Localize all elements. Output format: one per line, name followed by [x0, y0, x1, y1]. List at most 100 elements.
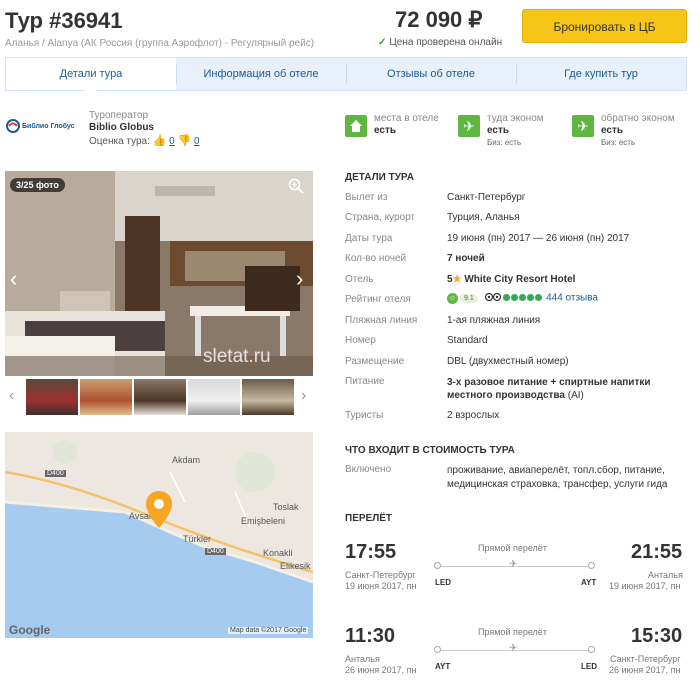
detail-label: Размещение	[345, 356, 405, 367]
detail-label: Отель	[345, 274, 374, 285]
included-value: проживание, авиаперелёт, топл.сбор, пита…	[447, 465, 668, 490]
included-section-title: ЧТО ВХОДИТ В СТОИМОСТЬ ТУРА	[345, 445, 515, 456]
business-availability: Биз: есть	[487, 138, 522, 147]
detail-label: Пляжная линия	[345, 315, 418, 326]
operator-label: Туроператор	[89, 110, 149, 121]
departure-city: Санкт-Петербург	[345, 570, 416, 580]
tab-where-to-buy[interactable]: Где купить тур	[516, 58, 686, 90]
operator-logo: Библио Глобус	[6, 119, 76, 135]
thumbnail[interactable]	[80, 379, 132, 415]
departure-city: Анталья	[345, 654, 380, 664]
hotel-map[interactable]: D400 D400 Akdam Avsallar Toslak Emişbele…	[5, 432, 313, 638]
detail-value: 2 взрослых	[447, 410, 500, 421]
arrival-date: 26 июня 2017, пн	[609, 665, 681, 675]
thumbs-down-icon[interactable]: 👎	[178, 135, 192, 147]
chevron-right-icon[interactable]: ›	[301, 387, 306, 405]
likes-count: 0	[169, 136, 175, 147]
detail-value: Санкт-Петербург	[447, 192, 526, 203]
detail-value: Турция, Аланья	[447, 212, 520, 223]
operator-name: Biblio Globus	[89, 122, 154, 133]
price-checked-note: ✓ Цена проверена онлайн	[378, 37, 502, 48]
chevron-left-icon[interactable]: ‹	[10, 268, 17, 290]
tab-hotel-info[interactable]: Информация об отеле	[176, 58, 346, 90]
availability-label: обратно эконом	[601, 113, 675, 124]
plane-icon: ✈	[509, 559, 518, 570]
map-copyright: Map data ©2017 Google	[228, 627, 309, 634]
thumbnail[interactable]	[26, 379, 78, 415]
operator-logo-text: Библио Глобус	[22, 122, 75, 130]
rating-label: Оценка тура:	[89, 136, 150, 147]
zoom-icon[interactable]	[288, 178, 304, 194]
arrival-city: Анталья	[648, 570, 683, 580]
meal-plan: 3-х разовое питание + спиртные напитки м…	[447, 377, 651, 401]
photo-counter: 3/25 фото	[10, 178, 65, 192]
business-availability: Биз: есть	[601, 138, 636, 147]
chevron-right-icon[interactable]: ›	[296, 268, 303, 290]
departure-time: 11:30	[345, 625, 396, 647]
arrival-code: LED	[581, 662, 597, 671]
meal-code: (AI)	[564, 390, 584, 401]
detail-value: 19 июня (пн) 2017 — 26 июня (пн) 2017	[447, 233, 630, 244]
hotel-name[interactable]: 5★ White City Resort Hotel	[447, 274, 575, 285]
flights-section-title: ПЕРЕЛЁТ	[345, 513, 393, 524]
thumbnail[interactable]	[132, 377, 188, 417]
detail-label: Туристы	[345, 410, 384, 421]
departure-date: 19 июня 2017, пн	[345, 581, 417, 591]
flight-point	[434, 562, 441, 569]
included-label: Включено	[345, 464, 392, 475]
availability-label: места в отеле	[374, 113, 439, 124]
departure-code: AYT	[435, 662, 451, 671]
map-place: Akdam	[172, 455, 201, 465]
price-checked-label: Цена проверена онлайн	[389, 37, 503, 48]
chevron-left-icon[interactable]: ‹	[9, 387, 14, 405]
reviews-link[interactable]: 444 отзыва	[546, 293, 598, 304]
meal-value: 3-х разовое питание + спиртные напитки м…	[447, 376, 687, 402]
detail-value: 1-ая пляжная линия	[447, 315, 541, 326]
detail-value: 7 ночей	[447, 253, 485, 264]
availability-value: есть	[487, 125, 510, 136]
departure-time: 17:55	[345, 541, 397, 563]
home-icon	[345, 115, 367, 137]
tab-details[interactable]: Детали тура	[6, 58, 176, 91]
operator-rating: Оценка тура: 👍 0 👎 0	[89, 134, 200, 147]
road-label: D400	[205, 548, 226, 555]
arrival-time: 21:55	[631, 541, 683, 563]
map-place: Toslak	[273, 502, 299, 512]
plane-icon: ✈	[572, 115, 594, 137]
map-place: Elikesik	[280, 561, 311, 571]
thumbnail[interactable]	[242, 379, 294, 415]
tour-price: 72 090 ₽	[395, 7, 483, 32]
smile-icon: ☺	[447, 292, 458, 304]
plane-icon: ✈	[509, 643, 518, 654]
tripadvisor-icon	[484, 292, 501, 304]
road-label: D400	[45, 470, 66, 477]
tab-reviews[interactable]: Отзывы об отеле	[346, 58, 516, 90]
rating-dots	[503, 293, 543, 304]
availability-value: есть	[374, 125, 397, 136]
hotel-name-text: White City Resort Hotel	[464, 274, 576, 285]
tour-subtitle: Аланья / Alanya (АК Россия (группа Аэроф…	[5, 38, 315, 49]
detail-label: Вылет из	[345, 192, 388, 203]
tour-tabs: Детали тура Информация об отеле Отзывы о…	[5, 57, 687, 91]
detail-label: Даты тура	[345, 233, 393, 244]
dislikes-count: 0	[194, 136, 200, 147]
flight-point	[434, 646, 441, 653]
plane-icon: ✈	[458, 115, 480, 137]
thumbs-up-icon[interactable]: 👍	[153, 135, 167, 147]
check-icon: ✓	[378, 37, 387, 48]
departure-code: LED	[435, 578, 451, 587]
arrival-city: Санкт-Петербург	[610, 654, 681, 664]
tour-title: Тур #36941	[5, 8, 123, 33]
map-pin-icon[interactable]	[144, 490, 174, 535]
hotel-rating: ☺ 9.1 444 отзыва	[447, 292, 598, 304]
detail-label: Кол-во ночей	[345, 253, 407, 264]
star-icon: ★	[452, 274, 462, 285]
book-button[interactable]: Бронировать в ЦБ	[522, 9, 687, 43]
thumbnail[interactable]	[188, 379, 240, 415]
availability-label: туда эконом	[487, 113, 544, 124]
flight-point	[588, 646, 595, 653]
photo-thumbnails: ‹ ›	[5, 377, 313, 417]
arrival-date: 19 июня 2017, пн	[609, 581, 681, 591]
photo-watermark: sletat.ru	[203, 346, 271, 367]
detail-label: Страна, курорт	[345, 212, 415, 223]
